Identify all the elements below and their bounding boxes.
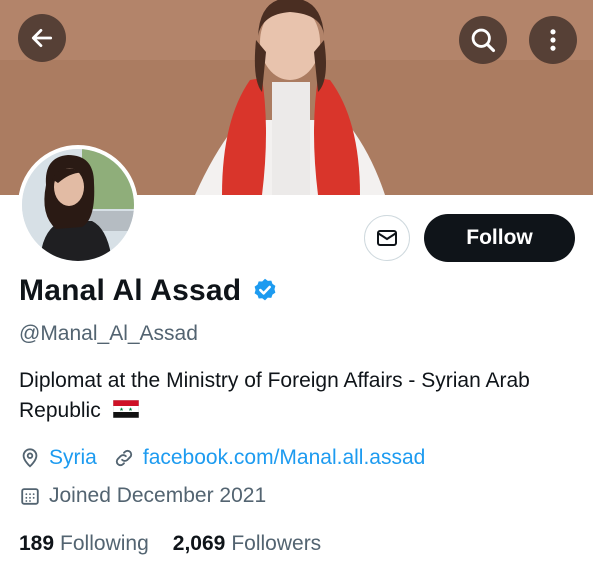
following-stat[interactable]: 189 Following <box>19 532 149 556</box>
following-count: 189 <box>19 532 55 555</box>
arrow-left-icon <box>31 29 53 47</box>
avatar-image <box>22 149 134 261</box>
followers-label: Followers <box>231 532 322 555</box>
profile-meta-joined: Joined December 2021 <box>19 484 266 508</box>
syrian-flag-emoji <box>112 400 139 419</box>
followers-stat[interactable]: 2,069 Followers <box>173 532 321 556</box>
profile-meta-location: Syria facebook.com/Manal.all.assad <box>19 446 425 470</box>
search-button[interactable] <box>459 16 507 64</box>
back-button[interactable] <box>18 14 66 62</box>
display-name: Manal Al Assad <box>19 274 242 307</box>
envelope-icon <box>377 230 397 246</box>
followers-count: 2,069 <box>172 532 226 555</box>
joined-text: Joined December 2021 <box>49 484 267 507</box>
calendar-icon <box>21 488 39 505</box>
follow-button[interactable]: Follow <box>424 214 575 262</box>
message-button[interactable] <box>364 215 410 261</box>
name-row: Manal Al Assad <box>19 274 279 308</box>
website-link[interactable]: facebook.com/Manal.all.assad <box>143 446 426 470</box>
link-icon <box>115 449 132 467</box>
bio-text: Diplomat at the Ministry of Foreign Affa… <box>19 369 530 422</box>
follow-stats: 189 Following 2,069 Followers <box>19 532 345 556</box>
bio: Diplomat at the Ministry of Foreign Affa… <box>19 366 579 426</box>
following-label: Following <box>60 532 149 555</box>
more-vertical-icon <box>550 29 556 51</box>
search-icon <box>471 28 496 53</box>
location-text[interactable]: Syria <box>49 446 97 470</box>
more-button[interactable] <box>529 16 577 64</box>
avatar[interactable] <box>18 145 138 265</box>
verified-badge-icon[interactable] <box>251 277 279 305</box>
location-pin-icon <box>22 448 38 468</box>
user-handle: @Manal_Al_Assad <box>19 322 198 345</box>
